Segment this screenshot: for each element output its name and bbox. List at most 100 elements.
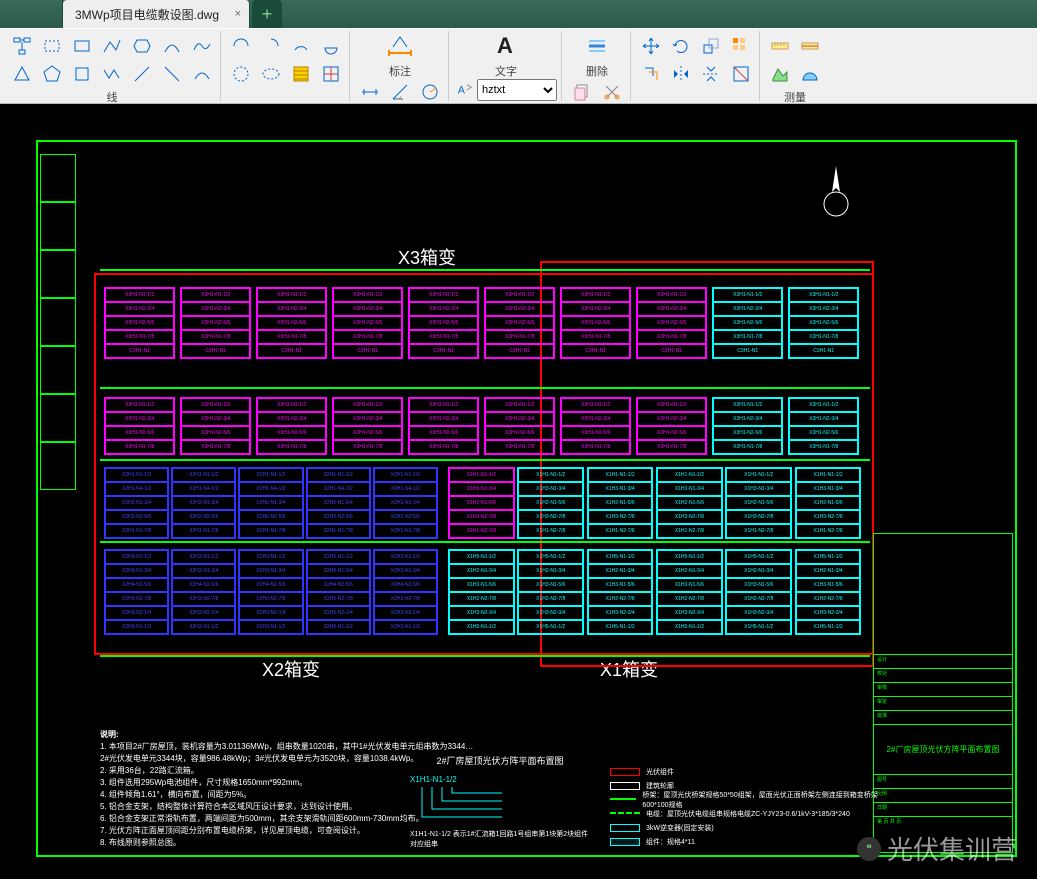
mirror2-icon[interactable] (697, 61, 725, 87)
spline-icon[interactable] (188, 33, 216, 59)
zone-x2-label: X2箱变 (262, 656, 320, 682)
note-line: 1. 本项目2#厂房屋顶，装机容量为3.01136MWp，组串数量1020串，其… (100, 741, 480, 753)
ellipse-dash-icon[interactable] (257, 61, 285, 87)
offset-icon[interactable] (637, 61, 665, 87)
square-icon[interactable] (68, 61, 96, 87)
copy-icon[interactable] (568, 79, 596, 105)
hatch-icon[interactable] (287, 61, 315, 87)
text-button[interactable]: A 文字 (486, 33, 526, 79)
close-icon[interactable]: × (235, 8, 241, 20)
circle-arc-icon[interactable] (287, 33, 315, 59)
toolbar: 线 标注 x,y (0, 28, 1037, 104)
line-icon[interactable] (128, 61, 156, 87)
hexagon-icon[interactable] (128, 33, 156, 59)
arc-icon[interactable] (158, 33, 186, 59)
titleblock-row: 第 页 共 页 (874, 816, 1012, 830)
dim-linear-icon[interactable] (356, 79, 384, 105)
panel-string: X1H1-N1-1/2X1H3-N1-3/4X1H2-N1-5/6X1H3-N2… (448, 467, 515, 539)
zone-x3-label: X3箱变 (398, 244, 456, 270)
group-text: A 文字 A hztxt 350 B I (451, 31, 562, 101)
line2-icon[interactable] (158, 61, 186, 87)
triangle-icon[interactable] (8, 61, 36, 87)
font-select[interactable]: hztxt (477, 79, 557, 101)
tab-active[interactable]: 3MWp项目电缆敷设图.dwg × (63, 0, 250, 28)
panel-string: X1H1-N1-1/2X1H3-N1-3/4X1H2-N1-5/6X1H3-N2… (517, 467, 584, 539)
dim-radius-icon[interactable] (416, 79, 444, 105)
protractor-icon[interactable] (796, 61, 824, 87)
panel-string: X2H3-N1-1/2X2H3-N1-3/4X2H4-N2-5/6X2H3-N2… (238, 549, 303, 635)
panel-string: X1H1-N1-1/2X1H3-N1-3/4X1H2-N1-5/6X1H3-N2… (795, 467, 862, 539)
tab-label: 3MWp项目电缆敷设图.dwg (75, 6, 219, 23)
new-tab-button[interactable]: + (252, 0, 282, 28)
panel-string: X3H1-N1-1/2X3H1-N2-3/4X3H1-N2-5/6X3H1-N1… (636, 287, 707, 359)
panel-string: X3H1-N1-1/2X3H1-N2-3/4X3H1-N2-5/6X3H1-N1… (712, 287, 783, 359)
ruler-icon[interactable] (766, 33, 794, 59)
align-icon[interactable] (727, 61, 755, 87)
panel-string: X3H1-N1-1/2X3H1-N2-3/4X3H1-N2-5/6X3H1-N1… (408, 397, 479, 455)
titleblock-row: 比例 (874, 788, 1012, 802)
panel-string: X2H3-N1-1/2X2H3-N1-3/4X2H4-N2-5/6X2H3-N2… (306, 549, 371, 635)
text-style-icon[interactable]: A (455, 80, 475, 100)
dim-angle-icon[interactable] (386, 79, 414, 105)
panel-string: X3H1-N1-1/2X3H1-N2-3/4X3H1-N2-5/6X3H1-N1… (332, 397, 403, 455)
panel-string: X1H5-N1-1/2X1H2-N1-3/4X1H3-N1-5/6X1H2-N2… (725, 549, 792, 635)
ruler2-icon[interactable] (796, 33, 824, 59)
panel-string: X3H1-N1-1/2X3H1-N2-3/4X3H1-N2-5/6X3H1-N1… (180, 287, 251, 359)
legend-row: 3kW逆变器(固定安装) (610, 821, 885, 835)
polyline-icon[interactable] (98, 33, 126, 59)
panel-string: X1H5-N1-1/2X1H2-N1-3/4X1H3-N1-5/6X1H2-N2… (587, 549, 654, 635)
circle-quarter-icon[interactable] (257, 33, 285, 59)
panel-string: X1H1-N1-1/2X1H3-N1-3/4X1H2-N1-5/6X1H3-N2… (725, 467, 792, 539)
titleblock-row: 图号 (874, 774, 1012, 788)
title-block: 设计校对审核审定批准 2#厂房屋顶光伏方阵平面布置图 图号比例日期第 页 共 页 (873, 533, 1013, 853)
zigzag-icon[interactable] (98, 61, 126, 87)
panel-string: X1H5-N1-1/2X1H2-N1-3/4X1H3-N1-5/6X1H2-N2… (795, 549, 862, 635)
panel-string: X1H1-N1-1/2X1H3-N1-3/4X1H2-N1-5/6X1H3-N2… (587, 467, 654, 539)
curve2-icon[interactable] (188, 61, 216, 87)
circle-half-icon[interactable] (227, 33, 255, 59)
array-icon[interactable] (727, 33, 755, 59)
panel-string: X3H1-N1-1/2X3H1-N2-3/4X3H1-N2-5/6X3H1-N1… (484, 397, 555, 455)
panel-string: X2H1-N1-1/2X2H1-N4-1/2X2H2-N1-3/4X2H2-N2… (373, 467, 438, 539)
panel-string: X3H1-N1-1/2X3H1-N2-3/4X3H1-N2-5/6X3H1-N1… (104, 397, 175, 455)
panel-string: X3H1-N1-1/2X3H1-N2-3/4X3H1-N2-5/6X3H1-N1… (560, 287, 631, 359)
panel-string: X1H5-N1-1/2X1H2-N1-3/4X1H3-N1-5/6X1H2-N2… (517, 549, 584, 635)
circle-dash-icon[interactable] (227, 61, 255, 87)
panel-string: X3H1-N1-1/2X3H1-N2-3/4X3H1-N2-5/6X3H1-N1… (636, 397, 707, 455)
panel-string: X3H1-N1-1/2X3H1-N2-3/4X3H1-N2-5/6X3H1-N1… (712, 397, 783, 455)
panel-string: X1H5-N1-1/2X1H2-N1-3/4X1H3-N1-5/6X1H2-N2… (448, 549, 515, 635)
panel-string: X2H1-N1-1/2X2H1-N4-1/2X2H2-N1-3/4X2H2-N2… (104, 467, 169, 539)
panel-string: X2H3-N1-1/2X2H3-N1-3/4X2H4-N2-5/6X2H3-N2… (104, 549, 169, 635)
rect-icon[interactable] (68, 33, 96, 59)
circle-seg-icon[interactable] (317, 33, 345, 59)
move-icon[interactable] (637, 33, 665, 59)
panel-string: X2H1-N1-1/2X2H1-N4-1/2X2H2-N1-3/4X2H2-N2… (171, 467, 236, 539)
tab-empty[interactable] (20, 0, 63, 28)
drawing-canvas[interactable]: X3箱变 X2箱变 X1箱变 X3H1-N1-1/2X3H1-N2-3/4X3H… (0, 104, 1037, 879)
group-draw: 线 (4, 31, 221, 101)
panel-string: X3H1-N1-1/2X3H1-N2-3/4X3H1-N2-5/6X3H1-N1… (256, 397, 327, 455)
titleblock-row: 批准 (874, 710, 1012, 724)
panel-string: X3H1-N1-1/2X3H1-N2-3/4X3H1-N2-5/6X3H1-N1… (788, 397, 859, 455)
area-icon[interactable] (766, 61, 794, 87)
group-measure-label: 测量 (784, 89, 806, 105)
titleblock-row: 日期 (874, 802, 1012, 816)
cut-icon[interactable] (598, 79, 626, 105)
insert-icon[interactable] (317, 61, 345, 87)
rotate-icon[interactable] (667, 33, 695, 59)
pentagon-icon[interactable] (38, 61, 66, 87)
rect-dash-icon[interactable] (38, 33, 66, 59)
group-draw-label: 线 (107, 89, 118, 105)
titleblock-row: 设计 (874, 654, 1012, 668)
flowchart-icon[interactable] (8, 33, 36, 59)
scale-icon[interactable] (697, 33, 725, 59)
panel-string: X2H1-N1-1/2X2H1-N4-1/2X2H2-N1-3/4X2H2-N2… (238, 467, 303, 539)
mirror-icon[interactable] (667, 61, 695, 87)
left-strip (40, 154, 76, 844)
dimension-button[interactable]: 标注 (380, 33, 420, 79)
panel-string: X3H1-N1-1/2X3H1-N2-3/4X3H1-N2-5/6X3H1-N1… (560, 397, 631, 455)
callout: 2#厂房屋顶光伏方阵平面布置图 X1H1-N1-1/2 X1H1-N1-1/2 … (410, 754, 590, 849)
delete-button[interactable]: 删除 (577, 33, 617, 79)
plan: X3H1-N1-1/2X3H1-N2-3/4X3H1-N2-5/6X3H1-N1… (100, 279, 870, 659)
panel-string: X3H1-N1-1/2X3H1-N2-3/4X3H1-N2-5/6X3H1-N1… (484, 287, 555, 359)
